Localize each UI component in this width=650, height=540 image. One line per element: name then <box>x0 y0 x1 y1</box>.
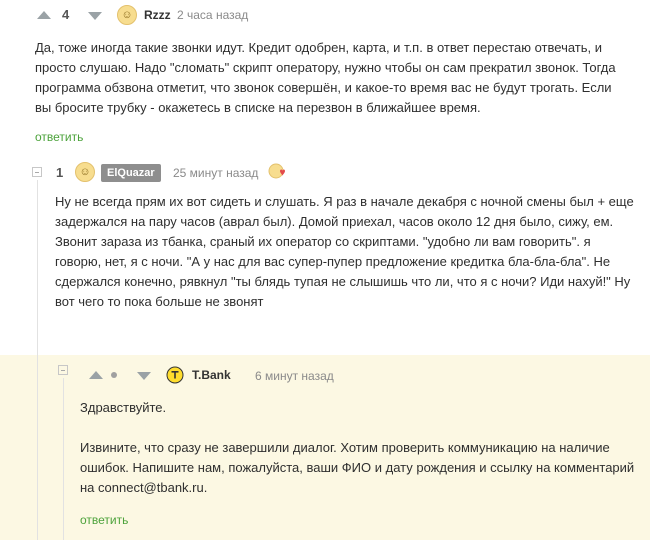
username[interactable]: ElQuazar <box>101 164 161 182</box>
tbank-logo-icon[interactable] <box>166 366 184 384</box>
comment-line: вы бросите трубку - окажетесь в списке н… <box>35 100 481 115</box>
comment-line: Ну не всегда прям их вот сидеть и слушат… <box>55 194 634 209</box>
comment-body: Да, тоже иногда такие звонки идут. Креди… <box>35 38 645 118</box>
comment-line: программа обзвона отметит, что звонок со… <box>35 80 612 95</box>
thread-line[interactable] <box>63 378 64 540</box>
comment-line: ошибок. Напишите нам, пожалуйста, ваши Ф… <box>80 460 635 475</box>
comment-time[interactable]: 25 минут назад <box>173 166 258 180</box>
comment-line: задержался на пару часов (аврал был). До… <box>55 214 614 229</box>
comment-line: просто слушаю. Надо "сломать" скрипт опе… <box>35 60 616 75</box>
comment-line: на connect@tbank.ru. <box>80 480 208 495</box>
rating-dot <box>111 372 117 378</box>
upvote-button[interactable] <box>89 371 103 379</box>
comment-line: говорю, нет, я с ночи. "А у нас для вас … <box>55 254 611 269</box>
collapse-thread-button[interactable] <box>32 167 42 177</box>
comment-line: Здравствуйте. <box>80 400 167 415</box>
avatar[interactable]: ☺ <box>117 5 137 25</box>
thread-line[interactable] <box>37 180 38 540</box>
comment-body: Ну не всегда прям их вот сидеть и слушат… <box>55 192 645 312</box>
downvote-button[interactable] <box>88 12 102 20</box>
downvote-button[interactable] <box>137 372 151 380</box>
username[interactable]: Rzzz <box>144 8 171 22</box>
comment-rating: 1 <box>56 165 64 180</box>
comment-body: Здравствуйте. Извините, что сразу не зав… <box>80 398 645 498</box>
comment-line: Да, тоже иногда такие звонки идут. Креди… <box>35 40 603 55</box>
collapse-thread-button[interactable] <box>58 365 68 375</box>
avatar[interactable]: ☺ <box>75 162 95 182</box>
comment-time[interactable]: 2 часа назад <box>177 8 248 22</box>
comment-time[interactable]: 6 минут назад <box>255 369 334 383</box>
reply-link[interactable]: ответить <box>35 130 83 144</box>
comment-line: вот чего то пока больше не звонят <box>55 294 264 309</box>
comment-rating: 4 <box>62 7 70 22</box>
comment-line: Извините, что сразу не завершили диалог.… <box>80 440 610 455</box>
reply-link[interactable]: ответить <box>80 513 128 527</box>
username[interactable]: T.Bank <box>192 368 231 382</box>
upvote-button[interactable] <box>37 11 51 19</box>
award-icon[interactable] <box>268 162 286 180</box>
comment-line: сдержался конечно, рявкнул "ты блядь туп… <box>55 274 631 289</box>
comment-line: Звонит зараза из тбанка, сраный их опера… <box>55 234 591 249</box>
